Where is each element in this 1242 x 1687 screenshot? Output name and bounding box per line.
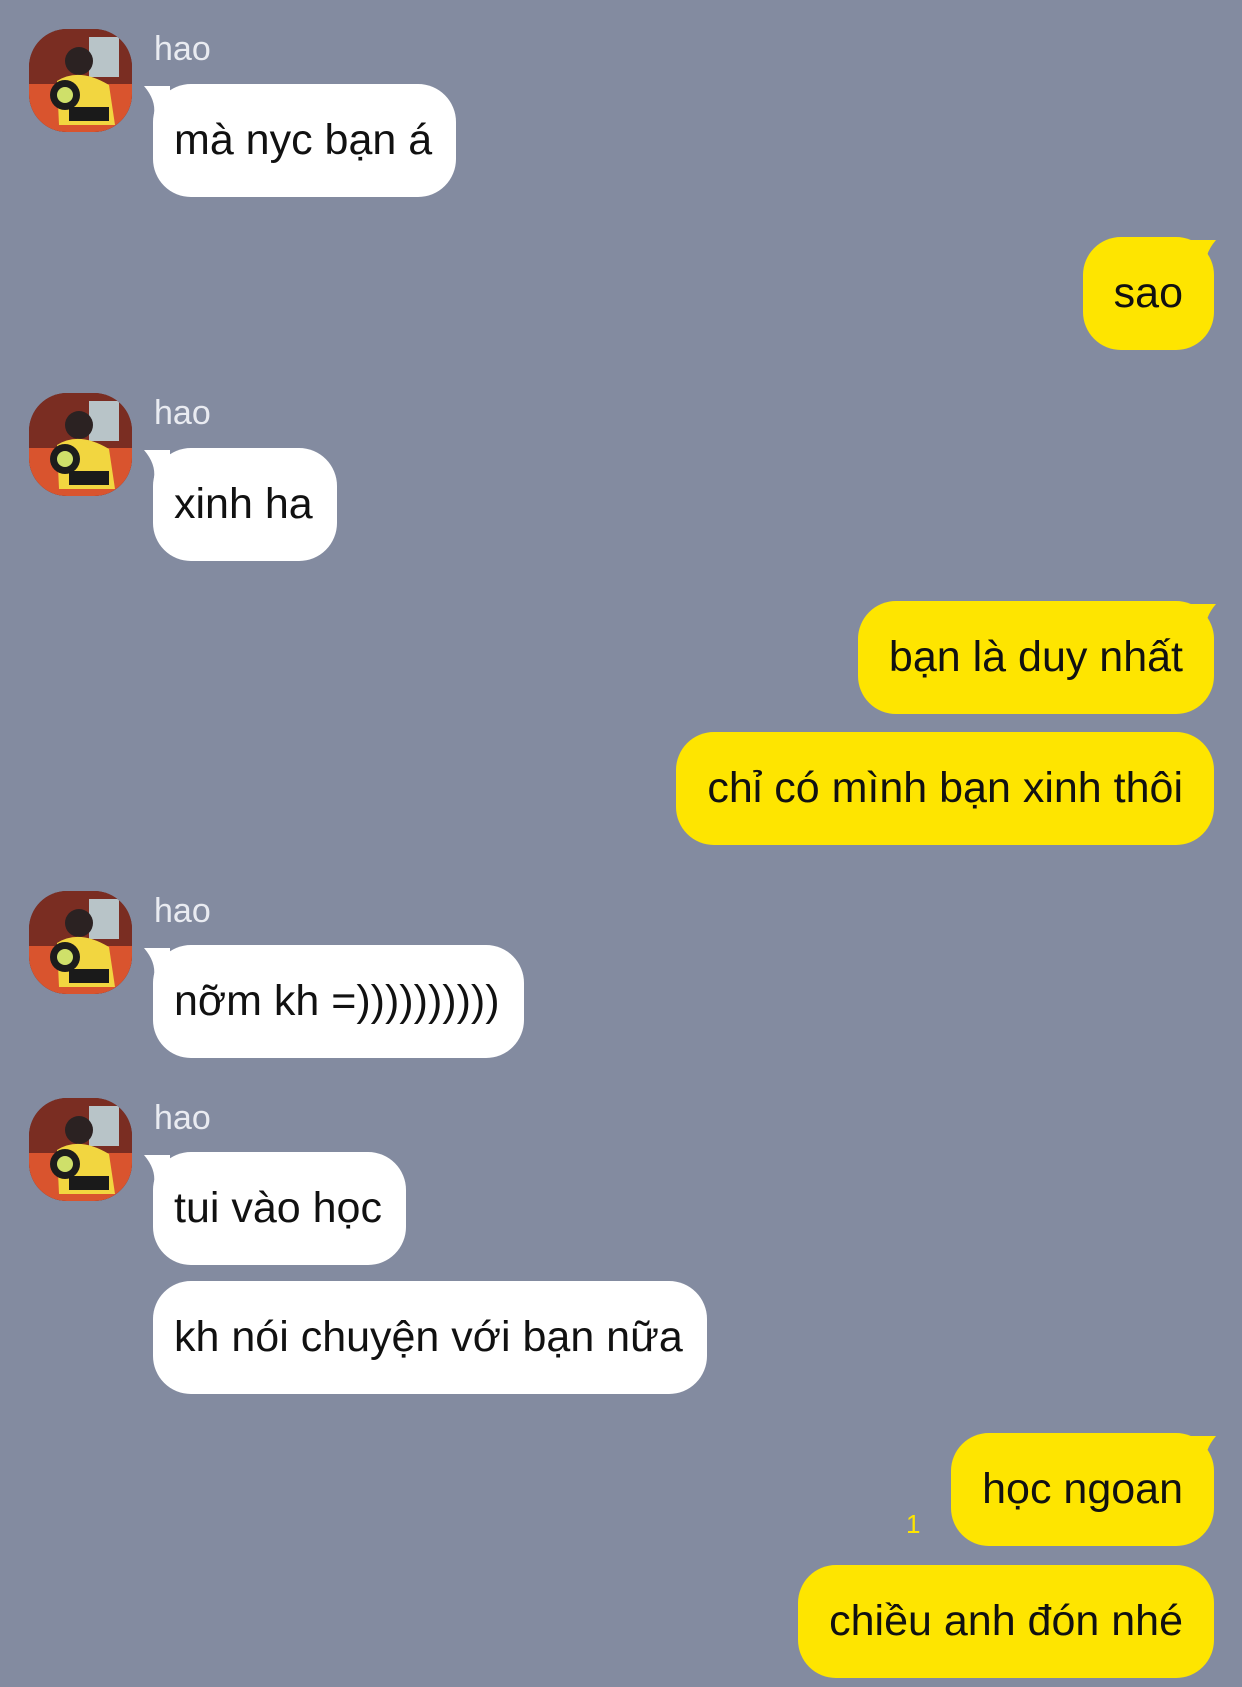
contact-avatar[interactable] [29, 29, 132, 132]
outgoing-message-bubble[interactable]: bạn là duy nhất [857, 601, 1214, 714]
contact-avatar[interactable] [29, 891, 132, 994]
profile-photo-avatar-icon [29, 393, 132, 496]
profile-photo-avatar-icon [29, 29, 132, 132]
profile-photo-avatar-icon [29, 891, 132, 994]
incoming-message-bubble[interactable]: tui vào học [153, 1152, 406, 1265]
outgoing-message-bubble[interactable]: sao [1082, 237, 1214, 350]
incoming-message-bubble[interactable]: xinh ha [153, 448, 337, 561]
outgoing-message-bubble[interactable]: học ngoan [951, 1433, 1214, 1546]
sender-name: hao [154, 1099, 211, 1137]
sender-name: hao [154, 892, 211, 930]
outgoing-message-bubble[interactable]: chiều anh đón nhé [798, 1565, 1214, 1678]
incoming-message-bubble[interactable]: mà nyc bạn á [153, 84, 457, 197]
incoming-message-bubble[interactable]: kh nói chuyện với bạn nữa [153, 1281, 707, 1394]
profile-photo-avatar-icon [29, 1098, 132, 1201]
incoming-message-bubble[interactable]: nỡm kh =)))))))))) [153, 945, 524, 1058]
unread-count: 1 [906, 1509, 921, 1539]
contact-avatar[interactable] [29, 393, 132, 496]
sender-name: hao [154, 394, 211, 432]
outgoing-message-bubble[interactable]: chỉ có mình bạn xinh thôi [676, 732, 1214, 845]
sender-name: hao [154, 30, 211, 68]
contact-avatar[interactable] [29, 1098, 132, 1201]
